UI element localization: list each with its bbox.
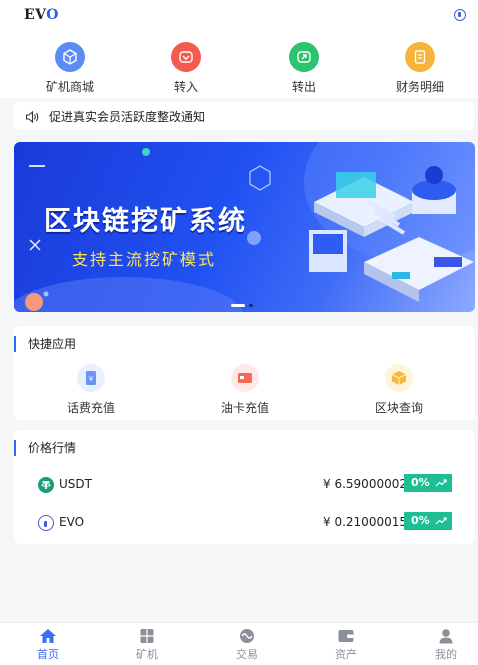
bottom-tab-bar: 首页 矿机 交易 资产 我的 xyxy=(0,622,478,665)
tab-home[interactable]: 首页 xyxy=(13,627,83,662)
tab-exchange[interactable]: 交易 xyxy=(212,627,282,662)
app-logo: EVO xyxy=(24,7,59,23)
tab-label: 交易 xyxy=(236,648,258,661)
user-circle-icon[interactable] xyxy=(454,9,466,21)
fuel-card-icon xyxy=(231,364,259,392)
carousel-dot-active[interactable] xyxy=(231,304,245,307)
change-badge: 0% xyxy=(404,474,452,492)
top-bar: EVO xyxy=(0,0,478,34)
promo-banner[interactable]: 区块链挖矿系统 支持主流挖矿模式 xyxy=(14,142,475,312)
usdt-icon xyxy=(38,477,54,493)
miner-icon xyxy=(112,627,182,645)
notice-bar[interactable]: 促进真实会员活跃度整改通知 xyxy=(14,102,475,130)
change-badge: 0% xyxy=(404,512,452,530)
exchange-icon xyxy=(212,627,282,645)
tab-label: 首页 xyxy=(37,648,59,661)
carousel-dot[interactable] xyxy=(249,304,253,307)
svg-text:¥: ¥ xyxy=(89,375,94,383)
block-query-icon xyxy=(385,364,413,392)
finance-detail-icon xyxy=(405,42,435,72)
transfer-in-icon xyxy=(171,42,201,72)
section-title: 价格行情 xyxy=(14,440,76,456)
profile-icon xyxy=(411,627,478,645)
market-row[interactable]: USDT ¥ 6.59000002 0% xyxy=(14,474,475,498)
carousel-indicator[interactable] xyxy=(231,304,257,312)
quick-item-label: 财务明细 xyxy=(395,80,444,94)
banner-title: 区块链挖矿系统 xyxy=(44,206,247,237)
shortcut-block-query[interactable]: 区块查询 xyxy=(339,364,459,416)
change-value: 0% xyxy=(411,514,430,527)
home-icon xyxy=(13,627,83,645)
tab-label: 资产 xyxy=(335,648,357,661)
quick-item-mining-store[interactable]: 矿机商城 xyxy=(25,42,115,95)
evo-icon xyxy=(38,515,54,531)
shortcut-label: 油卡充值 xyxy=(220,401,269,415)
quick-item-transfer-in[interactable]: 转入 xyxy=(141,42,231,95)
coin-name: EVO xyxy=(59,515,85,529)
notice-text: 促进真实会员活跃度整改通知 xyxy=(49,110,206,124)
coin-price: ¥ 0.21000015 xyxy=(323,515,407,529)
tab-miner[interactable]: 矿机 xyxy=(112,627,182,662)
quick-item-label: 转出 xyxy=(291,80,316,94)
phone-recharge-icon: ¥ xyxy=(77,364,105,392)
quick-item-finance-detail[interactable]: 财务明细 xyxy=(375,42,465,95)
speaker-icon xyxy=(25,109,40,128)
shortcut-phone-recharge[interactable]: ¥ 话费充值 xyxy=(31,364,151,416)
market-row[interactable]: EVO ¥ 0.21000015 0% xyxy=(14,512,475,536)
transfer-out-icon xyxy=(289,42,319,72)
coin-name: USDT xyxy=(59,477,92,491)
wallet-icon xyxy=(311,627,381,645)
shortcut-label: 区块查询 xyxy=(374,401,423,415)
tab-wallet[interactable]: 资产 xyxy=(311,627,381,662)
section-title: 快捷应用 xyxy=(14,336,76,352)
quick-item-label: 转入 xyxy=(173,80,198,94)
quick-item-label: 矿机商城 xyxy=(45,80,94,94)
change-value: 0% xyxy=(411,476,430,489)
coin-price: ¥ 6.59000002 xyxy=(323,477,407,491)
quick-item-transfer-out[interactable]: 转出 xyxy=(259,42,349,95)
banner-subtitle: 支持主流挖矿模式 xyxy=(72,250,217,269)
tab-label: 矿机 xyxy=(136,648,158,661)
shortcuts-card: 快捷应用 ¥ 话费充值 油卡充值 区块查询 xyxy=(14,326,475,420)
shortcut-label: 话费充值 xyxy=(66,401,115,415)
mining-store-icon xyxy=(55,42,85,72)
tab-profile[interactable]: 我的 xyxy=(411,627,478,662)
trend-up-icon xyxy=(435,517,447,525)
shortcut-fuel-card[interactable]: 油卡充值 xyxy=(185,364,305,416)
tab-label: 我的 xyxy=(435,648,457,661)
quick-menu: 矿机商城 转入 转出 财务明细 xyxy=(0,34,478,98)
market-card: 价格行情 USDT ¥ 6.59000002 0% EVO ¥ 0.210000… xyxy=(14,430,475,544)
trend-up-icon xyxy=(435,479,447,487)
